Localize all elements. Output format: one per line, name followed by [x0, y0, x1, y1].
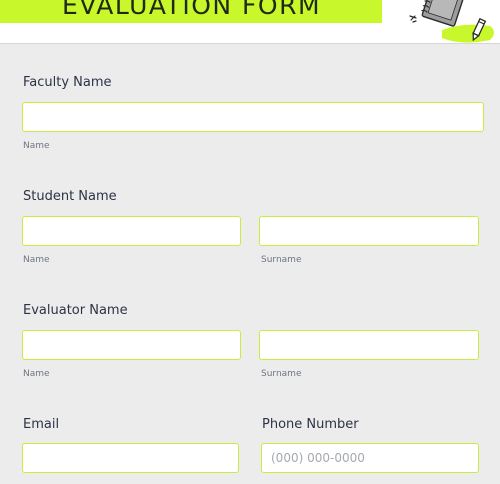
evaluator-first-name-input[interactable] [22, 330, 241, 360]
student-surname-input[interactable] [259, 216, 479, 246]
student-first-name-input[interactable] [22, 216, 241, 246]
title-band: EVALUATION FORM [0, 0, 382, 23]
faculty-name-input[interactable] [22, 102, 484, 132]
form-title: EVALUATION FORM [62, 0, 322, 20]
evaluator-name-label: Evaluator Name [23, 303, 128, 318]
student-name-sublabel: Name [23, 255, 50, 265]
evaluation-form-page: EVALUATION FORM Faculty Name Name Studen… [0, 0, 500, 484]
evaluator-name-sublabel: Name [23, 369, 50, 379]
evaluator-surname-input[interactable] [259, 330, 479, 360]
student-name-label: Student Name [23, 189, 117, 204]
phone-number-input[interactable] [261, 443, 479, 473]
email-input[interactable] [22, 443, 239, 473]
faculty-name-label: Faculty Name [23, 75, 112, 90]
faculty-name-sublabel: Name [23, 141, 50, 151]
evaluator-surname-sublabel: Surname [261, 369, 302, 379]
form-header: EVALUATION FORM [0, 0, 500, 44]
student-surname-sublabel: Surname [261, 255, 302, 265]
email-label: Email [23, 417, 60, 432]
pencil-icon [472, 18, 487, 42]
phone-number-label: Phone Number [262, 417, 359, 432]
notebook-illustration [402, 0, 500, 43]
